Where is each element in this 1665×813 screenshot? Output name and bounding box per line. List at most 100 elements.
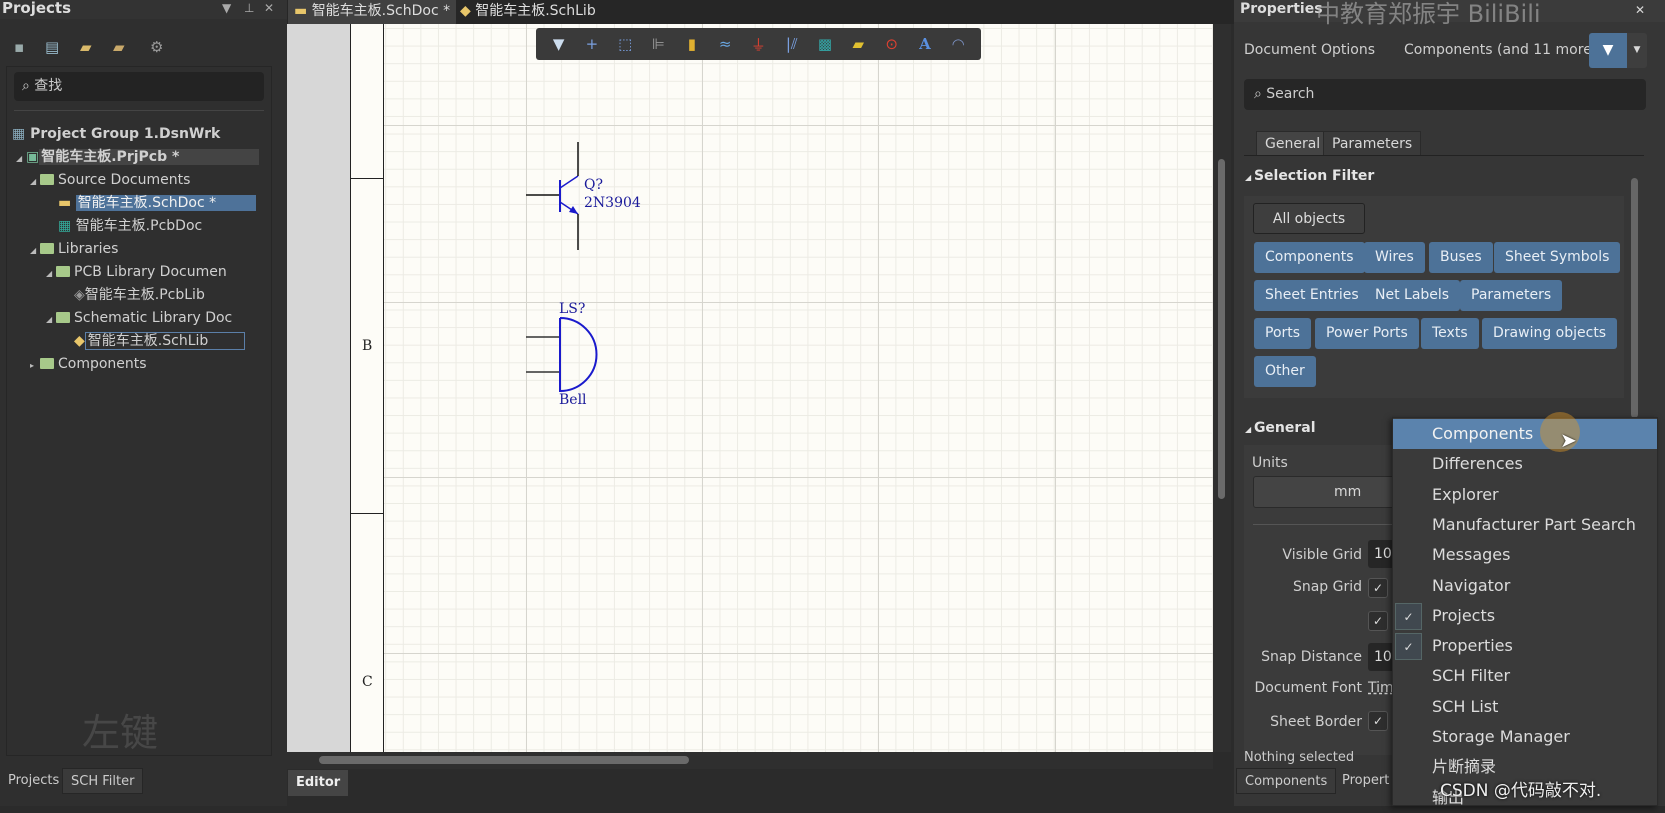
save-all-icon[interactable]: ▤ [45,38,59,56]
project-options-icon[interactable]: ▰ [113,38,125,56]
snap-option-checkbox[interactable]: ✓ [1368,611,1388,631]
menu-item-projects[interactable]: ✓ Projects [1393,601,1657,631]
expand-icon[interactable]: ◢ [30,240,40,262]
filter-other-button[interactable]: Other [1254,356,1316,387]
tab-general[interactable]: General [1256,131,1330,156]
tree-item-pcbdoc[interactable]: ▦ 智能车主板.PcbDoc [0,215,287,237]
all-objects-button[interactable]: All objects [1253,203,1365,234]
general-header[interactable]: ◢ General [1245,420,1316,436]
ground-icon[interactable]: ⏚ [746,34,770,55]
menu-item-components[interactable]: Components [1393,419,1657,449]
document-options-label: Document Options [1244,42,1375,58]
tree-item-prjpcb[interactable]: ◢ ▣ 智能车主板.PrjPcb * [0,146,287,168]
transistor-symbol[interactable] [526,142,579,250]
properties-search-input[interactable]: ⌕ Search [1244,79,1646,110]
sheet-symbol-icon[interactable]: ▩ [813,35,837,53]
tab-properties[interactable]: Propert [1334,768,1397,794]
bell-symbol[interactable] [526,317,598,393]
part-icon[interactable]: ▮ [680,35,704,53]
tree-item-components[interactable]: ▸ Components [0,353,287,375]
expand-icon[interactable]: ◢ [46,309,56,331]
sheet-border-checkbox[interactable]: ✓ [1368,711,1388,731]
select-rect-icon[interactable]: ⬚ [613,35,637,53]
snap-grid-checkbox[interactable]: ✓ [1368,578,1388,598]
expand-icon[interactable]: ◢ [16,148,26,170]
filter-wires-button[interactable]: Wires [1364,242,1425,273]
video-watermark: 中教育郑振宇 BiliBili [1316,0,1541,28]
filter-texts-button[interactable]: Texts [1421,318,1479,349]
port-icon[interactable]: ⊙ [880,35,904,53]
projects-search-input[interactable]: ⌕ 查找 [14,72,264,101]
filter-dropdown-button[interactable]: ▼ [1627,33,1647,68]
tree-item-schlib[interactable]: ◆ 智能车主板.SchLib [0,330,287,352]
menu-item-sch-list[interactable]: SCH List [1393,692,1657,722]
sheet-border-column [350,24,384,752]
units-mm-button[interactable]: mm [1253,476,1403,508]
open-project-icon[interactable]: ▰ [80,38,92,56]
dropdown-icon[interactable]: ▼ [222,1,231,15]
scrollbar-thumb[interactable] [1218,159,1225,499]
bus-icon[interactable]: |⫽ [780,35,804,53]
close-icon[interactable]: ✕ [1635,3,1645,17]
divider [1253,524,1393,525]
menu-item-label: Projects [1432,605,1496,625]
gear-icon[interactable]: ⚙ [150,38,163,56]
filter-parameters-button[interactable]: Parameters [1460,280,1563,311]
check-icon: ✓ [1395,633,1422,661]
tree-item-pcb-library-docs[interactable]: ◢ PCB Library Documen [0,261,287,283]
scrollbar-thumb[interactable] [319,756,689,764]
filter-sheet-symbols-button[interactable]: Sheet Symbols [1494,242,1621,273]
filter-power-ports-button[interactable]: Power Ports [1315,318,1419,349]
menu-item-properties[interactable]: ✓ Properties [1393,631,1657,661]
horizontal-scrollbar[interactable] [287,752,1213,769]
tree-item-schdoc[interactable]: ▬ 智能车主板.SchDoc * [0,192,287,214]
expand-icon[interactable]: ◢ [46,263,56,285]
vertical-scrollbar[interactable] [1213,24,1231,752]
expand-icon[interactable]: ◢ [30,171,40,193]
menu-item-messages[interactable]: Messages [1393,540,1657,570]
filter-icon[interactable]: ▼ [1589,33,1627,68]
tab-schlib[interactable]: ◆ 智能车主板.SchLib [454,0,602,24]
tree-item-project-group[interactable]: ▦ Project Group 1.DsnWrk [0,123,287,145]
filter-icon[interactable]: ▼ [547,35,571,53]
collapse-icon[interactable]: ▸ [30,355,40,377]
menu-item-sch-filter[interactable]: SCH Filter [1393,661,1657,691]
filter-drawing-objects-button[interactable]: Drawing objects [1482,318,1618,349]
schematic-canvas[interactable] [350,24,1213,752]
tab-editor[interactable]: Editor [288,770,349,796]
filter-components-button[interactable]: Components [1254,242,1365,273]
wire-icon[interactable]: ≈ [713,35,737,53]
grid-line [1055,24,1056,752]
menu-item-differences[interactable]: Differences [1393,449,1657,479]
filter-net-labels-button[interactable]: Net Labels [1364,280,1461,311]
tab-parameters[interactable]: Parameters [1323,131,1422,156]
tab-components[interactable]: Components [1236,768,1337,794]
document-font-link[interactable]: Tim [1368,680,1394,696]
tree-item-source-documents[interactable]: ◢ Source Documents [0,169,287,191]
net-label-icon[interactable]: ▰ [846,35,870,53]
tree-item-schematic-library-docs[interactable]: ◢ Schematic Library Doc [0,307,287,329]
align-icon[interactable]: ⊫ [647,35,671,53]
selection-filter-header[interactable]: ◢ Selection Filter [1245,168,1374,184]
tab-sch-filter[interactable]: SCH Filter [62,768,144,794]
arc-icon[interactable]: ◠ [946,35,970,53]
menu-item-storage-manager[interactable]: Storage Manager [1393,722,1657,752]
save-icon[interactable]: ▪ [14,38,24,56]
text-icon[interactable]: A [913,35,937,53]
menu-item-navigator[interactable]: Navigator [1393,571,1657,601]
filter-buses-button[interactable]: Buses [1429,242,1493,273]
menu-item-label: 片断摘录 [1432,757,1497,777]
pin-icon[interactable]: ⊥ [244,1,254,15]
cross-icon[interactable]: + [580,35,604,53]
menu-item-explorer[interactable]: Explorer [1393,480,1657,510]
zone-label-c: C [362,674,373,690]
properties-scrollbar-thumb[interactable] [1631,178,1638,418]
tab-projects[interactable]: Projects [0,768,67,794]
tree-item-pcblib[interactable]: ◈智能车主板.PcbLib [0,284,287,306]
filter-sheet-entries-button[interactable]: Sheet Entries [1254,280,1370,311]
menu-item-manufacturer-part-search[interactable]: Manufacturer Part Search [1393,510,1657,540]
close-icon[interactable]: ✕ [264,1,274,15]
tree-item-libraries[interactable]: ◢ Libraries [0,238,287,260]
filter-ports-button[interactable]: Ports [1254,318,1312,349]
tab-schdoc[interactable]: ▬ 智能车主板.SchDoc * [288,0,457,24]
